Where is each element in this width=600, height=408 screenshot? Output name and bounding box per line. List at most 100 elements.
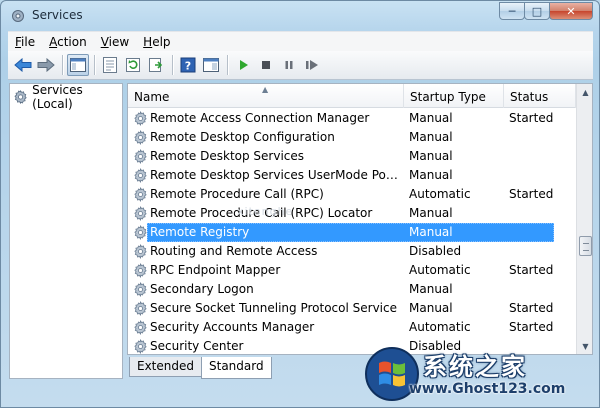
scroll-up-icon[interactable]: ▲ xyxy=(578,84,592,101)
service-name: Secure Socket Tunneling Protocol Service xyxy=(150,301,397,315)
console-view-button[interactable] xyxy=(200,54,222,76)
menu-action[interactable]: Action xyxy=(42,35,94,49)
service-gear-icon xyxy=(134,301,147,316)
toolbar-separator xyxy=(227,55,228,75)
service-startup-type: Automatic xyxy=(409,187,471,201)
help-icon: ? xyxy=(180,57,196,73)
service-startup-type: Disabled xyxy=(409,244,462,258)
service-status: Started xyxy=(509,187,554,201)
table-row[interactable]: Secondary Logon Manual xyxy=(128,280,576,299)
sort-ascending-icon: ▲ xyxy=(262,85,269,94)
console-tree-pane: Services (Local) xyxy=(9,83,123,379)
properties-icon xyxy=(103,57,117,73)
export-list-button[interactable] xyxy=(145,54,167,76)
properties-button[interactable] xyxy=(99,54,121,76)
restart-service-button[interactable] xyxy=(301,54,323,76)
service-gear-icon xyxy=(134,320,147,335)
table-row[interactable]: Security Accounts Manager Automatic Starte… xyxy=(128,318,576,337)
service-gear-icon xyxy=(134,149,147,164)
maximize-button[interactable]: □ xyxy=(524,2,550,20)
list-header: Name ▲ Startup Type Status xyxy=(128,84,576,108)
service-status: Started xyxy=(509,301,554,315)
column-header-status[interactable]: Status xyxy=(504,84,576,108)
table-row[interactable]: Remote Registry Manual xyxy=(128,223,576,242)
services-window: Services ─ □ ✕ File Action View Help ? S… xyxy=(0,0,600,408)
toolbar-separator xyxy=(62,55,63,75)
service-gear-icon xyxy=(134,206,147,221)
service-status: Started xyxy=(509,263,554,277)
pause-service-button[interactable] xyxy=(278,54,300,76)
service-startup-type: Manual xyxy=(409,149,453,163)
help-button[interactable]: ? xyxy=(177,54,199,76)
scrollbar-thumb[interactable] xyxy=(579,236,592,256)
menu-bar: File Action View Help xyxy=(8,31,593,51)
menu-label: iew xyxy=(108,34,130,49)
service-status: Started xyxy=(509,320,554,334)
service-gear-icon xyxy=(134,339,147,354)
table-row[interactable]: RPC Endpoint Mapper Automatic Started xyxy=(128,261,576,280)
table-row[interactable]: Remote Procedure Call (RPC) Locator Manua… xyxy=(128,204,576,223)
menu-view[interactable]: View xyxy=(94,35,136,49)
service-gear-icon xyxy=(134,130,147,145)
table-row[interactable]: Secure Socket Tunneling Protocol Service… xyxy=(128,299,576,318)
service-name: RPC Endpoint Mapper xyxy=(150,263,281,277)
service-name: Remote Desktop Services xyxy=(150,149,305,163)
console-view-icon xyxy=(203,58,219,72)
service-name: Remote Access Connection Manager xyxy=(150,111,370,125)
table-row[interactable]: Remote Desktop Services Manual xyxy=(128,147,576,166)
restart-service-icon xyxy=(306,60,318,70)
service-startup-type: Manual xyxy=(409,206,453,220)
service-gear-icon xyxy=(134,187,147,202)
service-gear-icon xyxy=(134,168,147,183)
service-name: Routing and Remote Access xyxy=(150,244,318,258)
start-service-button[interactable] xyxy=(232,54,254,76)
vertical-scrollbar[interactable]: ▲ ▼ xyxy=(576,84,592,354)
toolbar-separator xyxy=(172,55,173,75)
site-watermark: 系统之家 www.Ghost123.com xyxy=(361,341,591,408)
service-startup-type: Manual xyxy=(409,111,453,125)
maximize-icon: □ xyxy=(531,4,543,18)
title-bar[interactable]: Services ─ □ ✕ xyxy=(1,1,599,31)
forward-button[interactable] xyxy=(35,54,57,76)
refresh-button[interactable] xyxy=(122,54,144,76)
stop-service-button[interactable] xyxy=(255,54,277,76)
close-button[interactable]: ✕ xyxy=(549,2,593,20)
table-row[interactable]: Remote Procedure Call (RPC) Automatic Star… xyxy=(128,185,576,204)
menu-file[interactable]: File xyxy=(8,35,42,49)
service-name: Security Accounts Manager xyxy=(150,320,315,334)
show-hide-console-tree-button[interactable] xyxy=(67,54,89,76)
export-list-icon xyxy=(149,58,163,72)
table-row[interactable]: Remote Desktop Configuration Manual xyxy=(128,128,576,147)
service-status: Started xyxy=(509,111,554,125)
services-gear-icon xyxy=(12,10,24,22)
watermark-brand: 系统之家 xyxy=(423,353,527,381)
services-list-pane: Name ▲ Startup Type Status Remote Access… xyxy=(127,83,593,355)
menu-label: ction xyxy=(57,34,87,49)
forward-arrow-icon xyxy=(37,58,55,72)
column-header-startup-type[interactable]: Startup Type xyxy=(404,84,504,108)
svg-text:?: ? xyxy=(185,60,191,73)
menu-accelerator: A xyxy=(49,34,58,49)
refresh-icon xyxy=(126,58,140,72)
service-startup-type: Manual xyxy=(409,301,453,315)
menu-help[interactable]: Help xyxy=(136,35,177,49)
menu-label: elp xyxy=(152,34,171,49)
service-startup-type: Manual xyxy=(409,168,453,182)
service-startup-type: Manual xyxy=(409,130,453,144)
menu-accelerator: V xyxy=(100,34,109,49)
tab-extended[interactable]: Extended xyxy=(129,357,202,377)
tree-item-label: Services (Local) xyxy=(32,83,83,111)
tab-standard[interactable]: Standard xyxy=(201,357,272,379)
tree-item-services-local[interactable]: Services (Local) xyxy=(13,83,122,111)
table-row[interactable]: Remote Desktop Services UserMode Port Re… xyxy=(128,166,576,185)
pause-service-icon xyxy=(285,61,293,69)
view-tabs: Extended Standard xyxy=(129,357,272,379)
service-startup-type: Manual xyxy=(409,282,453,296)
toolbar-separator xyxy=(94,55,95,75)
minimize-button[interactable]: ─ xyxy=(499,2,525,20)
service-gear-icon xyxy=(134,111,147,126)
service-name: Remote Desktop Services UserMode Port Re… xyxy=(150,168,402,182)
back-button[interactable] xyxy=(12,54,34,76)
table-row[interactable]: Routing and Remote Access Disabled xyxy=(128,242,576,261)
table-row[interactable]: Remote Access Connection Manager Manual St… xyxy=(128,109,576,128)
